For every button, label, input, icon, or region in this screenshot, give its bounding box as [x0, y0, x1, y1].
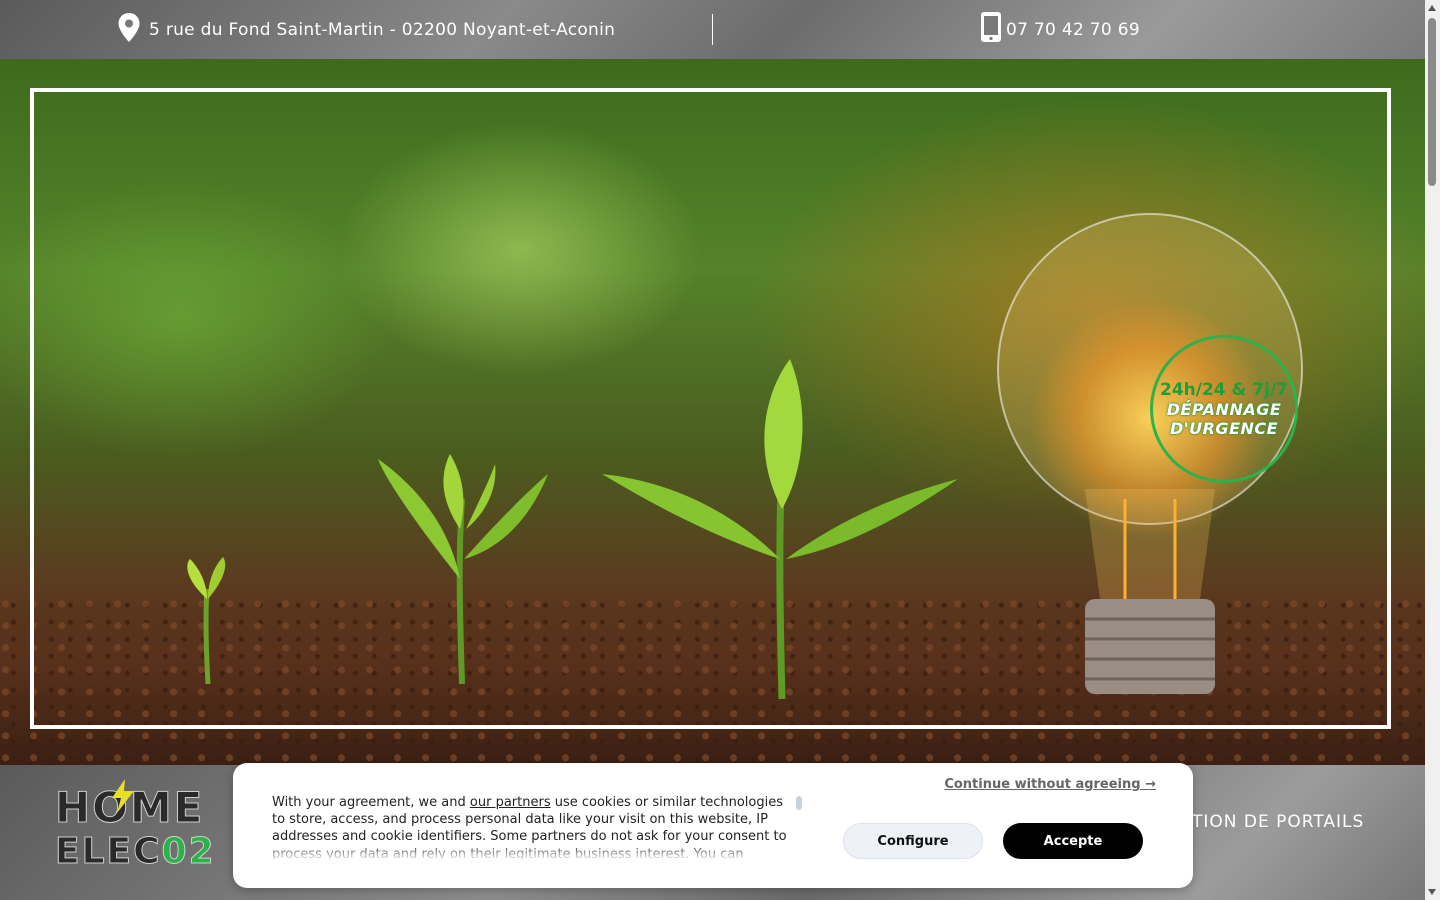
nav-link-portails[interactable]: TION DE PORTAILS: [1192, 812, 1364, 832]
phone-number[interactable]: 07 70 42 70 69: [1006, 20, 1140, 40]
phone-block[interactable]: 07 70 42 70 69: [980, 0, 1140, 59]
continue-without-agreeing-link[interactable]: Continue without agreeing →: [944, 777, 1156, 792]
badge-depannage: DÉPANNAGE: [1166, 400, 1282, 419]
address-block: 5 rue du Fond Saint-Martin - 02200 Noyan…: [117, 0, 615, 59]
cookie-text-scrollbar[interactable]: [796, 796, 802, 810]
badge-urgence: D'URGENCE: [1169, 419, 1279, 438]
page-scrollbar[interactable]: [1425, 0, 1440, 900]
badge-hours: 24h/24 & 7j/7: [1160, 380, 1288, 400]
scroll-down-arrow-icon[interactable]: [1428, 889, 1436, 895]
hero-banner: 24h/24 & 7j/7 DÉPANNAGE D'URGENCE: [0, 59, 1425, 765]
logo-elec-text: ELEC02: [55, 831, 216, 873]
cookie-consent-dialog: With your agreement, we and our partners…: [233, 763, 1193, 888]
scrollbar-thumb[interactable]: [1428, 18, 1436, 186]
cookie-text-fade: [272, 843, 792, 861]
address-text: 5 rue du Fond Saint-Martin - 02200 Noyan…: [149, 19, 616, 40]
lightning-icon: [112, 779, 134, 813]
partners-link[interactable]: our partners: [470, 795, 551, 810]
accept-button[interactable]: Accepte: [1003, 823, 1143, 859]
configure-button[interactable]: Configure: [843, 823, 983, 859]
site-logo[interactable]: HOME ELEC02: [54, 779, 216, 879]
topbar-divider: [712, 14, 713, 45]
scroll-up-arrow-icon[interactable]: [1428, 5, 1436, 11]
smartphone-icon: [980, 11, 1002, 48]
top-info-bar: 5 rue du Fond Saint-Martin - 02200 Noyan…: [0, 0, 1425, 59]
map-pin-icon: [117, 12, 141, 48]
emergency-badge: 24h/24 & 7j/7 DÉPANNAGE D'URGENCE: [1150, 335, 1298, 483]
